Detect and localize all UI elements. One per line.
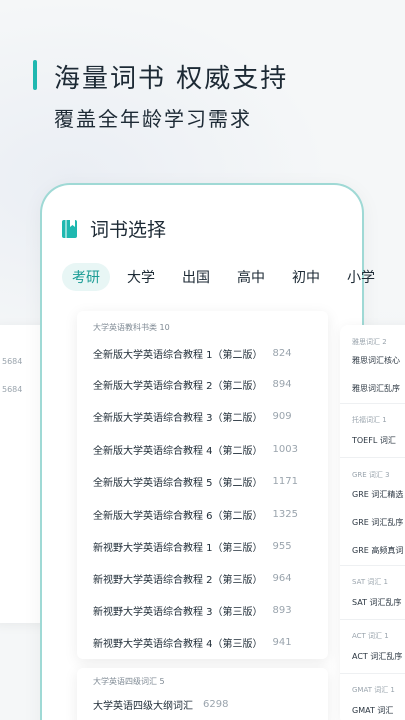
group-label: 雅思词汇 2 xyxy=(352,338,387,346)
hero-accent-bar xyxy=(33,60,37,90)
tab-chuzhong[interactable]: 初中 xyxy=(282,263,330,291)
book-row[interactable]: 新视野大学英语综合教程 3（第三版） 893 xyxy=(93,600,292,620)
book-name: 新视野大学英语综合教程 2（第三版） xyxy=(93,574,263,586)
book-row[interactable]: 全新版大学英语综合教程 4（第二版） 1003 xyxy=(93,439,298,459)
book-row[interactable]: 大学英语四级大纲词汇 6298 xyxy=(93,694,228,714)
group-label: 大学英语教科书类 10 xyxy=(93,323,170,332)
book-row[interactable]: 新视野大学英语综合教程 2（第三版） 964 xyxy=(93,568,292,588)
group-label: SAT 词汇 1 xyxy=(352,578,388,586)
group-label: GRE 词汇 3 xyxy=(352,471,390,479)
list-item[interactable]: ACT 词汇乱序 xyxy=(352,651,402,662)
book-name: 全新版大学英语综合教程 6（第二版） xyxy=(93,510,263,522)
list-item[interactable]: TOEFL 词汇 xyxy=(352,435,396,446)
word-count: 6298 xyxy=(203,698,229,710)
book-name: 全新版大学英语综合教程 3（第二版） xyxy=(93,412,263,424)
list-item[interactable]: GRE 高频真词 xyxy=(352,545,403,556)
book-row[interactable]: 新视野大学英语综合教程 4（第三版） 941 xyxy=(93,632,292,652)
side-left-value: 5684 xyxy=(2,385,23,394)
book-row[interactable]: 全新版大学英语综合教程 5（第二版） 1171 xyxy=(93,471,298,491)
word-count: 964 xyxy=(272,572,292,584)
book-name: 新视野大学英语综合教程 1（第三版） xyxy=(93,542,263,554)
book-name: 新视野大学英语综合教程 3（第三版） xyxy=(93,606,263,618)
group-label: 托福词汇 1 xyxy=(352,416,387,424)
tab-xiaoxue[interactable]: 小学 xyxy=(337,263,385,291)
list-item[interactable]: GMAT 词汇 xyxy=(352,705,393,716)
divider xyxy=(340,457,405,458)
book-row[interactable]: 全新版大学英语综合教程 2（第二版） 894 xyxy=(93,374,292,394)
side-left-value: 5684 xyxy=(2,357,23,366)
hero-title: 海量词书 权威支持 xyxy=(54,64,289,94)
word-count: 1171 xyxy=(272,475,298,487)
book-name: 全新版大学英语综合教程 5（第二版） xyxy=(93,477,263,489)
tab-chuguo[interactable]: 出国 xyxy=(172,263,220,291)
book-list-card: 大学英语教科书类 10 全新版大学英语综合教程 1（第二版） 824 全新版大学… xyxy=(77,311,328,659)
group-label: 大学英语四级词汇 5 xyxy=(93,677,165,686)
phone-header: 词书选择 xyxy=(60,215,166,242)
book-list-card: 大学英语四级词汇 5 大学英语四级大纲词汇 6298 xyxy=(77,668,328,720)
book-name: 全新版大学英语综合教程 2（第二版） xyxy=(93,380,263,392)
side-card-right: 雅思词汇 2 雅思词汇核心 雅思词汇乱序 托福词汇 1 TOEFL 词汇 GRE… xyxy=(340,325,405,720)
book-row[interactable]: 全新版大学英语综合教程 3（第二版） 909 xyxy=(93,406,292,426)
group-label: ACT 词汇 1 xyxy=(352,632,389,640)
divider xyxy=(340,619,405,620)
list-item[interactable]: 雅思词汇乱序 xyxy=(352,383,400,394)
divider xyxy=(340,673,405,674)
tab-kaoyan[interactable]: 考研 xyxy=(62,263,110,291)
word-count: 894 xyxy=(272,378,292,390)
book-name: 全新版大学英语综合教程 1（第二版） xyxy=(93,349,263,361)
list-item[interactable]: SAT 词汇乱序 xyxy=(352,597,402,608)
book-row[interactable]: 全新版大学英语综合教程 1（第二版） 824 xyxy=(93,343,292,363)
word-count: 941 xyxy=(272,636,292,648)
tab-daxue[interactable]: 大学 xyxy=(117,263,165,291)
divider xyxy=(340,403,405,404)
page-title: 词书选择 xyxy=(90,219,167,241)
word-count: 1003 xyxy=(272,443,298,455)
list-item[interactable]: GRE 词汇乱序 xyxy=(352,517,403,528)
word-count: 1325 xyxy=(272,508,298,520)
hero-subtitle: 覆盖全年龄学习需求 xyxy=(54,107,252,131)
book-icon xyxy=(62,219,77,238)
book-row[interactable]: 全新版大学英语综合教程 6（第二版） 1325 xyxy=(93,504,298,524)
word-count: 893 xyxy=(272,604,292,616)
book-name: 新视野大学英语综合教程 4（第三版） xyxy=(93,638,263,650)
group-label: GMAT 词汇 1 xyxy=(352,686,395,694)
word-count: 909 xyxy=(272,410,292,422)
book-name: 全新版大学英语综合教程 4（第二版） xyxy=(93,445,263,457)
word-count: 955 xyxy=(272,540,292,552)
list-item[interactable]: GRE 词汇精选 xyxy=(352,489,403,500)
list-item[interactable]: 雅思词汇核心 xyxy=(352,355,400,366)
divider xyxy=(340,565,405,566)
category-tabs: 考研 大学 出国 高中 初中 小学 xyxy=(62,263,392,291)
word-count: 824 xyxy=(272,347,292,359)
tab-gaozhong[interactable]: 高中 xyxy=(227,263,275,291)
book-row[interactable]: 新视野大学英语综合教程 1（第三版） 955 xyxy=(93,536,292,556)
book-name: 大学英语四级大纲词汇 xyxy=(93,700,193,712)
